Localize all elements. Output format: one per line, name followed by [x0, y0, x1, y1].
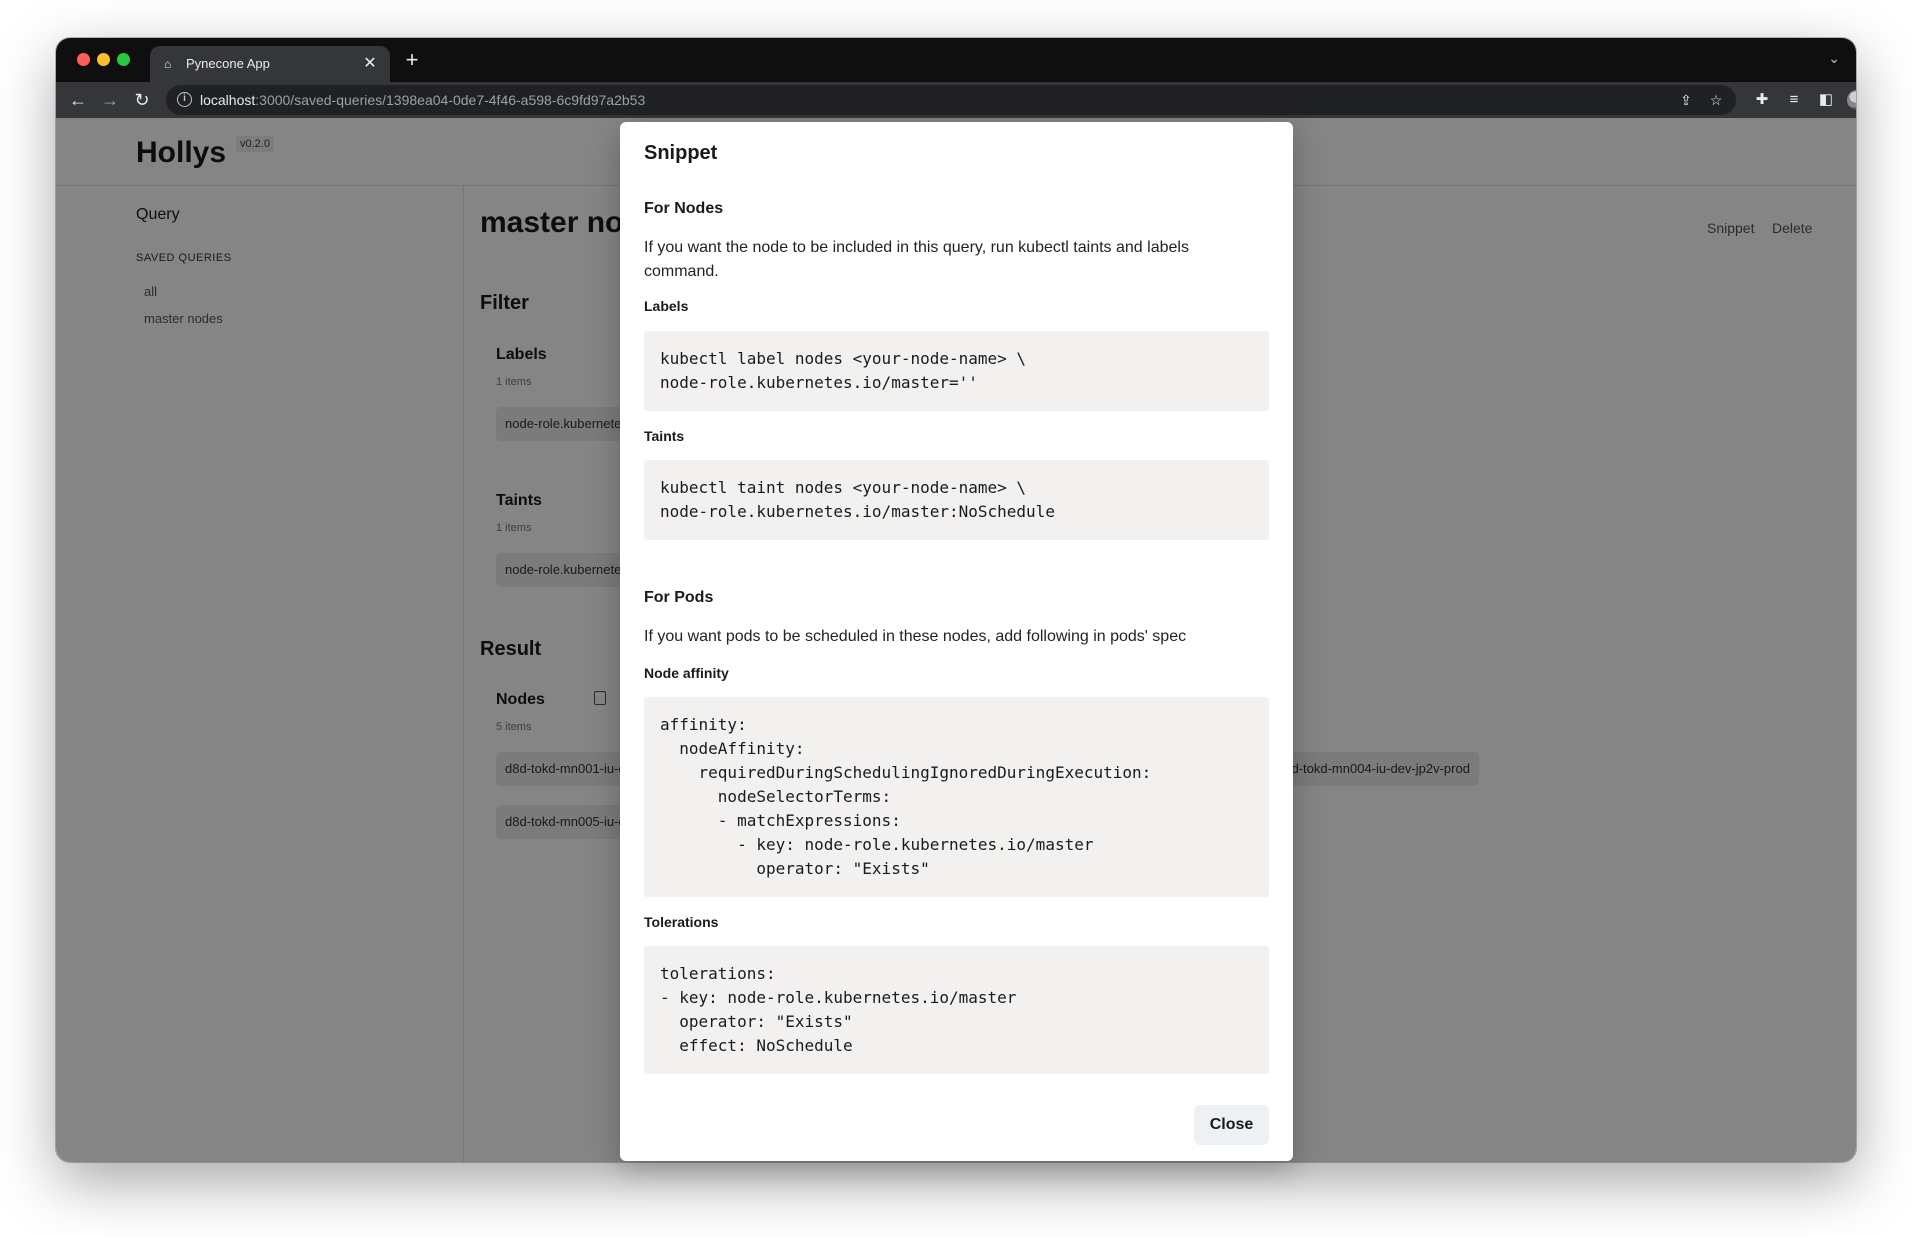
forward-arrow-icon[interactable]: → — [98, 88, 122, 112]
back-arrow-icon[interactable]: ← — [66, 88, 90, 112]
for-pods-description: If you want pods to be scheduled in thes… — [644, 628, 1187, 645]
for-nodes-heading: For Nodes — [644, 200, 724, 217]
tab-title: Pynecone App — [186, 56, 270, 71]
profile-avatar[interactable] — [1847, 90, 1856, 110]
modal-title: Snippet — [644, 142, 718, 164]
window-close-button[interactable] — [77, 53, 90, 66]
tab-close-icon[interactable]: ✕ — [360, 54, 380, 74]
snippet-modal: Snippet For Nodes If you want the node t… — [620, 122, 1293, 1161]
browser-titlebar: ⌂ Pynecone App ✕ + ⌄ — [56, 38, 1856, 82]
for-nodes-description: If you want the node to be included in t… — [644, 239, 1189, 280]
reload-icon[interactable]: ↻ — [130, 88, 154, 112]
labels-subheading: Labels — [644, 298, 689, 314]
new-tab-button[interactable]: + — [400, 49, 424, 73]
extensions-icon[interactable]: ✚ — [1750, 88, 1774, 112]
tolerations-subheading: Tolerations — [644, 914, 719, 930]
reading-list-icon[interactable]: ≡ — [1782, 88, 1806, 112]
url-path: :3000/saved-queries/1398ea04-0de7-4f46-a… — [255, 92, 646, 108]
site-info-icon[interactable]: i — [177, 92, 192, 107]
address-bar[interactable]: i localhost:3000/saved-queries/1398ea04-… — [166, 85, 1736, 115]
taints-subheading: Taints — [644, 428, 685, 444]
browser-tab-active[interactable]: ⌂ Pynecone App ✕ — [150, 46, 390, 82]
node-affinity-subheading: Node affinity — [644, 665, 729, 681]
share-icon[interactable]: ⇪ — [1676, 90, 1696, 110]
favicon-icon: ⌂ — [164, 57, 172, 71]
tolerations-code-block[interactable]: tolerations: - key: node-role.kubernetes… — [644, 946, 1269, 1074]
close-button[interactable]: Close — [1194, 1105, 1269, 1145]
browser-toolbar: ← → ↻ i localhost:3000/saved-queries/139… — [56, 82, 1856, 118]
url-host: localhost — [200, 92, 256, 108]
for-pods-heading: For Pods — [644, 589, 714, 606]
url-text: localhost:3000/saved-queries/1398ea04-0d… — [200, 92, 645, 108]
tab-search-icon[interactable]: ⌄ — [1828, 50, 1840, 67]
side-panel-icon[interactable]: ◧ — [1814, 88, 1838, 112]
taints-code-block[interactable]: kubectl taint nodes <your-node-name> \ n… — [644, 460, 1269, 540]
window-maximize-button[interactable] — [117, 53, 130, 66]
labels-code-block[interactable]: kubectl label nodes <your-node-name> \ n… — [644, 331, 1269, 411]
bookmark-star-icon[interactable]: ☆ — [1706, 90, 1726, 110]
node-affinity-code-block[interactable]: affinity: nodeAffinity: requiredDuringSc… — [644, 697, 1269, 897]
window-minimize-button[interactable] — [97, 53, 110, 66]
